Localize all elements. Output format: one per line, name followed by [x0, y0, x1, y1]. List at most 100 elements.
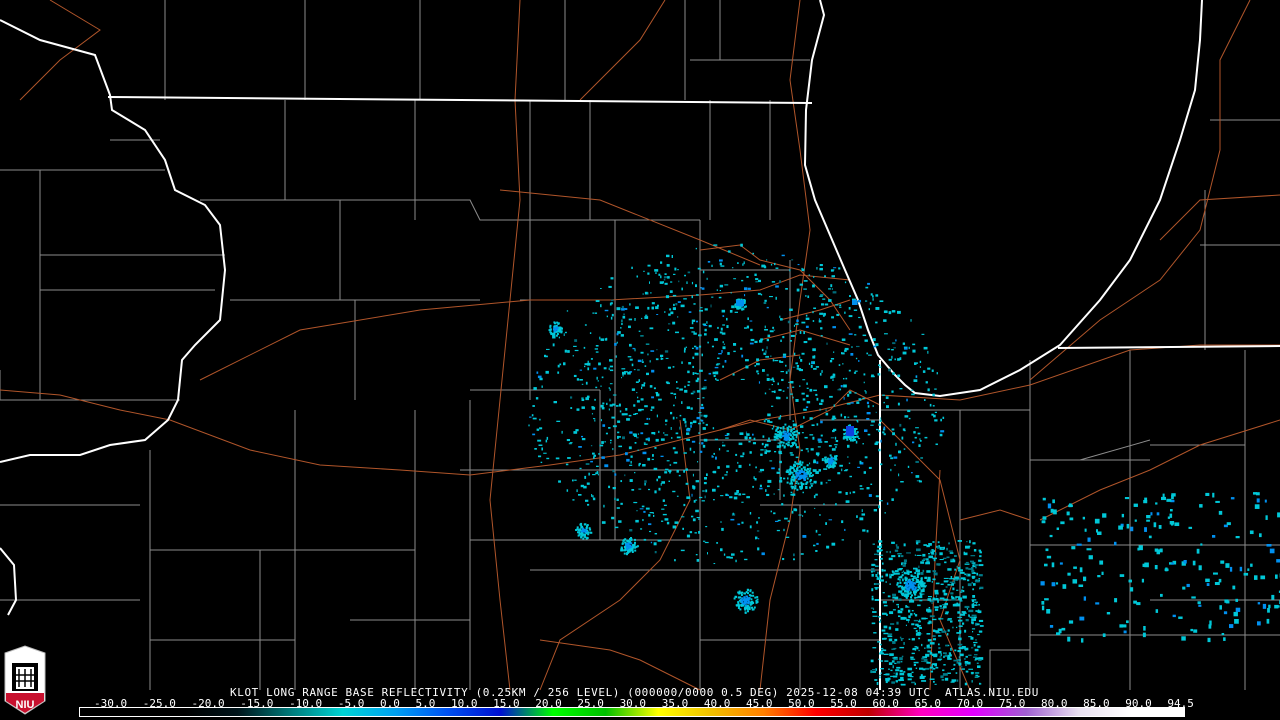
echo-pixel — [743, 261, 745, 265]
echo-pixel — [602, 424, 606, 427]
echo-pixel — [951, 596, 955, 599]
echo-pixel — [854, 429, 857, 432]
echo-pixel — [911, 599, 914, 602]
echo-pixel — [789, 269, 791, 272]
echo-pixel — [660, 483, 662, 486]
echo-pixel — [869, 302, 872, 305]
echo-pixel — [785, 371, 788, 374]
echo-pixel — [943, 652, 947, 655]
echo-pixel — [1213, 572, 1218, 575]
echo-pixel — [819, 402, 823, 405]
echo-pixel — [695, 294, 699, 296]
echo-pixel — [870, 483, 873, 485]
echo-pixel — [835, 440, 839, 443]
echo-pixel — [946, 580, 949, 582]
echo-pixel — [878, 674, 882, 676]
echo-pixel — [802, 466, 806, 469]
echo-pixel — [684, 420, 687, 424]
echo-pixel — [928, 596, 932, 598]
echo-pixel — [950, 592, 954, 595]
echo-pixel — [947, 618, 952, 620]
echo-pixel — [610, 442, 612, 444]
echo-pixel — [741, 602, 744, 604]
echo-pixel — [644, 365, 647, 367]
echo-pixel — [780, 371, 784, 373]
echo-pixel — [882, 394, 885, 396]
echo-pixel — [752, 442, 757, 445]
echo-pixel — [1130, 526, 1134, 532]
echo-pixel — [719, 290, 722, 292]
echo-pixel — [628, 446, 632, 450]
echo-pixel — [915, 581, 918, 583]
echo-pixel — [626, 548, 629, 551]
echo-pixel — [926, 570, 931, 573]
echo-pixel — [563, 362, 566, 366]
echo-pixel — [1275, 574, 1278, 579]
echo-pixel — [612, 448, 614, 451]
echo-pixel — [645, 343, 650, 345]
echo-pixel — [931, 369, 934, 372]
echo-pixel — [905, 606, 909, 608]
echo-pixel — [532, 417, 537, 420]
echo-pixel — [934, 663, 938, 667]
echo-pixel — [911, 610, 914, 612]
echo-pixel — [683, 503, 686, 507]
echo-pixel — [898, 615, 901, 618]
echo-pixel — [804, 436, 808, 439]
echo-pixel — [954, 555, 957, 557]
echo-pixel — [589, 332, 592, 334]
echo-pixel — [907, 571, 910, 573]
echo-pixel — [790, 454, 794, 456]
echo-pixel — [896, 661, 901, 664]
echo-pixel — [692, 486, 696, 489]
echo-pixel — [603, 367, 607, 370]
echo-pixel — [892, 609, 896, 611]
echo-pixel — [576, 526, 579, 529]
echo-pixel — [1274, 604, 1279, 609]
echo-pixel — [608, 285, 612, 288]
echo-pixel — [733, 496, 738, 500]
echo-pixel — [629, 303, 631, 306]
echo-pixel — [898, 473, 900, 477]
echo-pixel — [850, 353, 854, 356]
echo-pixel — [1243, 572, 1249, 576]
echo-pixel — [884, 512, 886, 514]
echo-pixel — [974, 654, 978, 656]
echo-pixel — [594, 312, 598, 314]
echo-pixel — [894, 358, 896, 361]
echo-pixel — [1233, 611, 1238, 617]
echo-pixel — [662, 513, 667, 516]
echo-pixel — [880, 647, 884, 649]
echo-pixel — [927, 650, 931, 653]
echo-pixel — [1171, 562, 1174, 565]
echo-pixel — [656, 478, 659, 482]
echo-pixel — [795, 483, 798, 485]
echo-pixel — [1144, 497, 1148, 501]
echo-pixel — [952, 558, 955, 561]
echo-pixel — [809, 462, 811, 465]
echo-pixel — [889, 583, 891, 585]
echo-pixel — [764, 329, 768, 331]
echo-pixel — [939, 559, 944, 561]
echo-pixel — [971, 570, 973, 573]
echo-pixel — [824, 275, 826, 278]
echo-pixel — [672, 447, 676, 450]
echo-pixel — [797, 473, 800, 475]
radar-map[interactable] — [0, 0, 1280, 720]
echo-pixel — [676, 436, 681, 439]
echo-pixel — [673, 273, 676, 275]
echo-pixel — [787, 520, 790, 522]
echo-pixel — [606, 315, 608, 318]
echo-pixel — [1097, 575, 1101, 578]
echo-pixel — [961, 611, 966, 613]
echo-pixel — [920, 633, 923, 635]
echo-pixel — [789, 465, 792, 468]
echo-pixel — [608, 427, 611, 429]
echo-pixel — [978, 579, 980, 582]
echo-pixel — [766, 373, 769, 377]
echo-pixel — [786, 481, 789, 484]
echo-pixel — [666, 254, 670, 258]
echo-pixel — [535, 397, 539, 400]
echo-pixel — [971, 581, 974, 584]
echo-pixel — [866, 412, 871, 415]
